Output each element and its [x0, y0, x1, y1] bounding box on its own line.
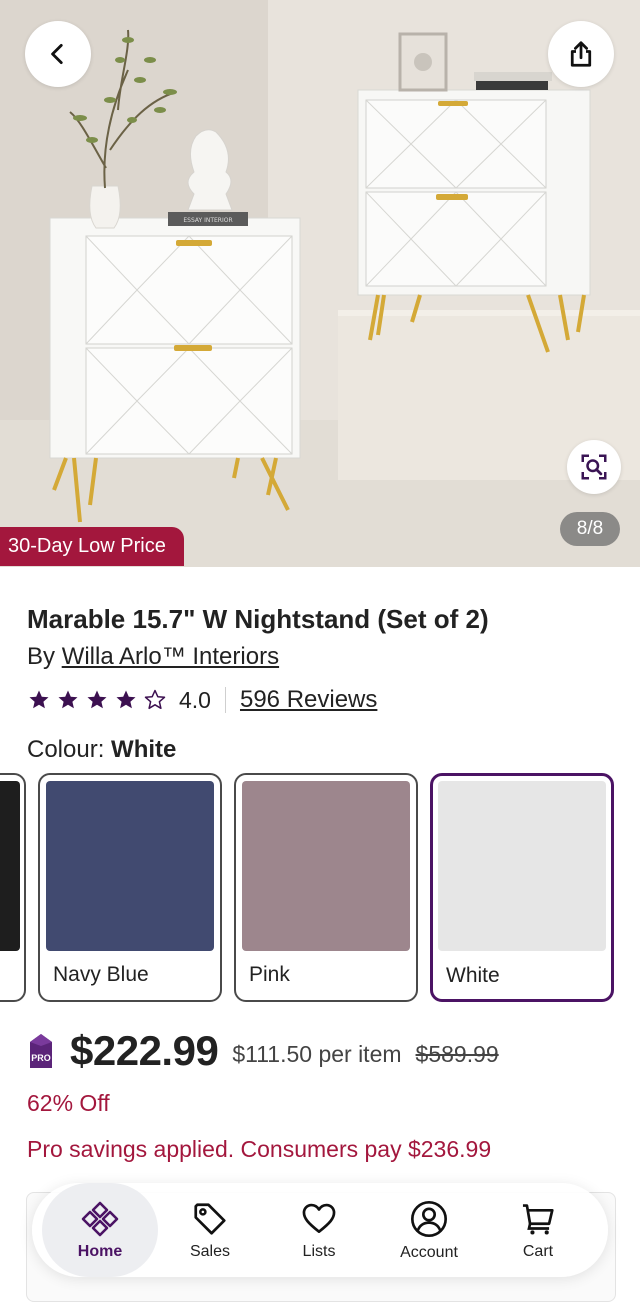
colour-label-prefix: Colour:	[27, 736, 105, 763]
account-icon	[411, 1200, 447, 1237]
by-prefix: By	[27, 643, 56, 670]
home-icon	[81, 1201, 119, 1236]
nav-account[interactable]: Account	[372, 1183, 486, 1277]
image-counter: 8/8	[560, 512, 620, 546]
nav-label: Home	[77, 1242, 123, 1260]
nav-label: Sales	[189, 1242, 231, 1260]
nav-lists[interactable]: Lists	[264, 1183, 374, 1277]
nav-home[interactable]: Home	[42, 1183, 158, 1277]
star-rating	[27, 688, 167, 712]
swatch-label: White	[446, 964, 500, 987]
swatch-label: Pink	[249, 963, 290, 986]
discount-text: 62% Off	[27, 1090, 110, 1116]
pro-savings-text: Pro savings applied. Consumers pay $236.…	[27, 1136, 492, 1162]
brand-link[interactable]: Willa Arlo™ Interiors	[62, 643, 279, 670]
brand-byline: By Willa Arlo™ Interiors	[27, 643, 279, 671]
original-price: $589.99	[415, 1040, 499, 1067]
star-filled-icon	[58, 690, 78, 709]
book-spine-text: ESSAY INTERIOR	[183, 217, 232, 224]
bottom-nav: Home Sales Lists Account Cart	[32, 1183, 608, 1277]
swatch-label: Navy Blue	[53, 963, 149, 986]
chevron-left-icon	[51, 43, 63, 65]
visual-search-icon	[581, 454, 607, 480]
nav-label: Lists	[302, 1242, 336, 1260]
product-image-gallery[interactable]: ESSAY INTERIOR 8/8 30-Day Low Price	[0, 0, 640, 567]
cart-icon	[522, 1203, 554, 1235]
share-icon	[570, 41, 592, 67]
share-button[interactable]	[548, 21, 614, 87]
star-filled-icon	[29, 690, 49, 709]
swatch-black[interactable]	[0, 773, 26, 1002]
price: $222.99	[70, 1027, 219, 1074]
per-item-price: $111.50 per item	[232, 1040, 402, 1067]
swatch-navy-blue[interactable]: Navy Blue	[38, 773, 222, 1002]
rating-row: 4.0 596 Reviews	[27, 684, 377, 716]
back-button[interactable]	[25, 21, 91, 87]
rating-value: 4.0	[179, 686, 211, 713]
star-filled-icon	[87, 690, 107, 709]
nav-label: Account	[400, 1243, 458, 1261]
visual-search-button[interactable]	[567, 440, 621, 494]
swatch-chip	[438, 781, 606, 951]
colour-selected: White	[111, 736, 177, 763]
swatch-chip	[0, 781, 20, 951]
divider	[224, 687, 226, 713]
swatch-chip	[46, 781, 214, 951]
product-photo: ESSAY INTERIOR	[0, 0, 640, 567]
nav-label: Cart	[522, 1242, 554, 1260]
promo-badge: 30-Day Low Price	[0, 527, 184, 566]
heart-icon	[302, 1203, 336, 1233]
swatch-white[interactable]: White	[430, 773, 614, 1002]
swatch-pink[interactable]: Pink	[234, 773, 418, 1002]
product-title: Marable 15.7" W Nightstand (Set of 2)	[27, 604, 489, 634]
pro-badge-icon: PRO	[30, 1034, 52, 1068]
nav-cart[interactable]: Cart	[486, 1183, 590, 1277]
nav-sales[interactable]: Sales	[154, 1183, 266, 1277]
colour-label: Colour: White	[27, 736, 176, 764]
star-filled-icon	[116, 690, 136, 709]
pro-badge-text: PRO	[31, 1053, 51, 1063]
tag-icon	[194, 1202, 226, 1235]
swatch-chip	[242, 781, 410, 951]
reviews-link[interactable]: 596 Reviews	[240, 686, 377, 714]
star-empty-icon	[144, 689, 166, 710]
price-row: PRO $222.99 $111.50 per item $589.99	[27, 1025, 499, 1077]
